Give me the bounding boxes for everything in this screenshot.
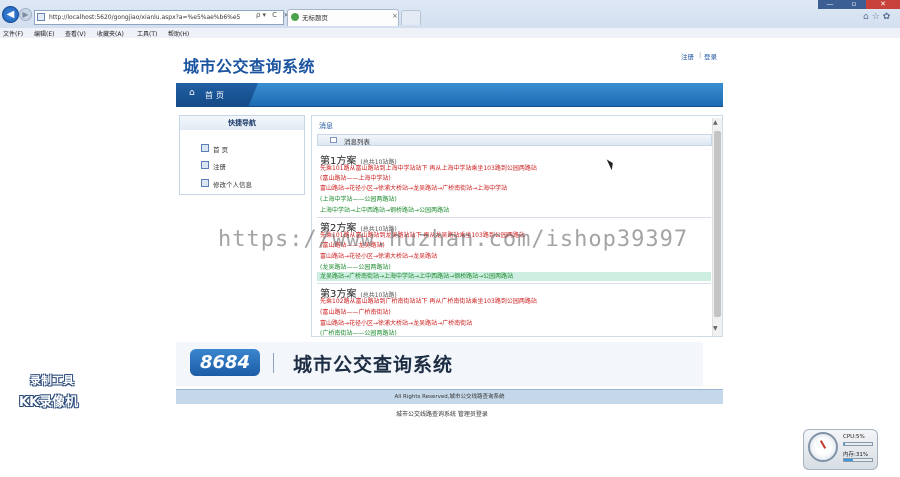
menu-view[interactable]: 查看(V) <box>65 29 86 38</box>
cpu-usage-fill <box>844 443 846 445</box>
site-title: 城市公交查询系统 <box>183 57 316 76</box>
menu-file[interactable]: 文件(F) <box>3 29 23 38</box>
footer-links[interactable]: 城市公交线路查询系统 管理员登录 <box>396 409 488 418</box>
sidebar-item-register[interactable]: 注册 <box>213 161 226 171</box>
memory-usage-bar <box>843 458 873 462</box>
memory-usage-label: 内存:31% <box>843 452 869 458</box>
maximize-button[interactable]: ▫ <box>842 0 866 9</box>
tab-favicon-icon <box>291 13 299 21</box>
url-watermark: https://www.huzhan.com/ishop39397 <box>218 227 689 252</box>
plan-divider <box>317 283 711 284</box>
plan-3-line-4: (广桥南街站——公园两路站) <box>320 330 397 337</box>
menu-edit[interactable]: 编辑(E) <box>34 29 54 38</box>
logo-8684: 8684 <box>190 349 260 376</box>
plan-1-line-5: 上海中学站→上中西路站→钢桥路站→公园两路站 <box>320 207 450 214</box>
plan-1-line-4: (上海中学站——公园两路站) <box>320 196 397 203</box>
nav-home-label[interactable]: 首页 <box>205 90 227 101</box>
banner-title: 城市公交查询系统 <box>293 354 454 376</box>
plan-1-line-3: 富山路站→花径小区→徐浦大桥站→龙吴路站→广桥南街站→上海中学站 <box>320 185 508 192</box>
address-tools[interactable]: ρ▾ C × <box>256 11 291 19</box>
sidebar-item-home[interactable]: 首 页 <box>213 144 228 154</box>
scroll-up-icon[interactable]: ▲ <box>713 119 718 126</box>
home-favorites-settings-icons[interactable]: ⌂☆✿ <box>863 12 893 22</box>
menu-tools[interactable]: 工具(T) <box>137 29 157 38</box>
link-separator: | <box>699 51 702 59</box>
plan-2-line-5: 龙吴路站→广桥南街站→上海中学站→上中西路站→钢桥路站→公园两路站 <box>320 273 514 280</box>
list-icon <box>330 137 337 143</box>
banner-separator <box>273 353 274 373</box>
recorder-watermark-line1: 录制工具 <box>30 374 74 387</box>
content-title: 消息 <box>319 122 333 130</box>
plan-1-line-2: (富山路站——上海中学站) <box>320 175 391 182</box>
scrollbar-thumb[interactable] <box>714 131 721 317</box>
back-arrow-icon[interactable]: ◀ <box>2 6 19 23</box>
edit-profile-icon <box>201 179 209 187</box>
message-list-bar <box>317 134 712 146</box>
login-link[interactable]: 登录 <box>704 51 717 61</box>
home-page-icon <box>201 144 209 152</box>
menu-help[interactable]: 帮助(H) <box>168 29 189 38</box>
plan-3-line-3: 富山路站→花径小区→徐浦大桥站→龙吴路站→广桥南街站 <box>320 320 473 327</box>
plan-3-line-1: 先乘102路从富山路站到广桥南街站站下 再从广桥南街站乘坐103路到公园两路站 <box>320 298 537 305</box>
tab-current[interactable]: 无标题页 <box>287 9 399 26</box>
close-window-button[interactable]: ✕ <box>866 0 900 9</box>
menu-favorites[interactable]: 收藏夹(A) <box>97 29 124 38</box>
plan-divider <box>317 217 711 218</box>
nav-bar <box>176 83 723 107</box>
plan-2-line-4: (龙吴路站——公园两路站) <box>320 264 391 271</box>
menu-bar <box>0 28 900 38</box>
sidebar-item-edit-profile[interactable]: 修改个人信息 <box>213 179 252 189</box>
minimize-button[interactable]: — <box>818 0 842 9</box>
memory-usage-fill <box>844 459 853 461</box>
plan-2-line-3: 富山路站→花径小区→徐浦大桥站→龙吴路站 <box>320 253 438 260</box>
plan-3-line-2: (富山路站——广桥南街站) <box>320 309 391 316</box>
address-bar[interactable]: http://localhost:5620/gongjiao/xianlu.as… <box>34 10 284 25</box>
forward-arrow-icon[interactable]: ▶ <box>19 8 32 21</box>
plan-1-line-1: 先乘101路从富山路站到上海中学站站下 再从上海中学站乘坐103路到公园两路站 <box>320 165 537 172</box>
copyright-bar: All Rights Reserved,城市公交线路查询系统 <box>176 389 723 404</box>
register-link[interactable]: 注册 <box>681 51 694 61</box>
recorder-watermark-line2: KK录像机 <box>19 395 79 410</box>
cpu-usage-label: CPU:5% <box>843 434 865 440</box>
message-list-label: 消息列表 <box>344 138 370 146</box>
sidebar-heading: 快捷导航 <box>180 116 304 130</box>
cpu-usage-bar <box>843 442 873 446</box>
page-icon <box>37 13 45 21</box>
tab-close-icon[interactable]: × <box>392 12 398 20</box>
scroll-down-icon[interactable]: ▼ <box>713 325 718 332</box>
home-icon: ⌂ <box>189 88 195 98</box>
new-tab-button[interactable] <box>401 10 421 25</box>
register-icon <box>201 161 209 169</box>
